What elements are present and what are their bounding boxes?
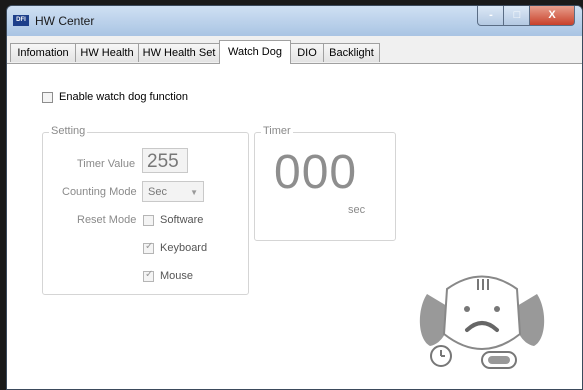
tab-hw-health-set[interactable]: HW Health Set xyxy=(138,43,220,62)
timer-value-input[interactable]: 255 xyxy=(142,148,188,173)
watchdog-mascot-icon xyxy=(419,275,545,369)
checkmark-icon: ✓ xyxy=(145,269,154,280)
software-label: Software xyxy=(160,214,204,226)
title-bar[interactable]: DFI HW Center - □ X xyxy=(7,6,582,36)
app-logo-icon: DFI xyxy=(13,15,29,26)
setting-group-title: Setting xyxy=(49,125,88,137)
watch-dog-panel: Enable watch dog function Setting Timer … xyxy=(7,64,582,389)
app-window: DFI HW Center - □ X Infomation HW Health… xyxy=(6,5,583,390)
counting-mode-label: Counting Mode xyxy=(62,186,137,198)
enable-watchdog-label: Enable watch dog function xyxy=(59,91,189,103)
timer-value-label: Timer Value xyxy=(77,158,136,170)
window-title: HW Center xyxy=(35,14,95,28)
mouse-label: Mouse xyxy=(160,270,194,282)
mouse-checkbox[interactable]: ✓ xyxy=(143,269,154,282)
maximize-button[interactable]: □ xyxy=(503,6,531,26)
close-icon: X xyxy=(548,9,556,21)
maximize-icon: □ xyxy=(513,9,521,21)
software-checkbox[interactable] xyxy=(143,215,154,226)
chevron-down-icon: ▼ xyxy=(190,188,198,197)
timer-countdown-display: 000 xyxy=(274,146,358,199)
tab-dio[interactable]: DIO xyxy=(290,43,324,62)
keyboard-checkbox[interactable]: ✓ xyxy=(143,241,154,254)
counting-mode-select[interactable]: Sec ▼ xyxy=(142,181,204,202)
tab-backlight[interactable]: Backlight xyxy=(323,43,380,62)
tab-infomation[interactable]: Infomation xyxy=(10,43,76,62)
minimize-button[interactable]: - xyxy=(477,6,505,26)
minimize-icon: - xyxy=(489,9,493,21)
tab-watch-dog[interactable]: Watch Dog xyxy=(219,40,291,64)
timer-unit-label: sec xyxy=(348,204,366,216)
timer-group-title: Timer xyxy=(261,125,293,137)
keyboard-label: Keyboard xyxy=(160,242,208,254)
tab-hw-health[interactable]: HW Health xyxy=(75,43,139,62)
close-button[interactable]: X xyxy=(529,6,575,26)
checkmark-icon: ✓ xyxy=(145,241,154,252)
enable-watchdog-checkbox[interactable] xyxy=(42,92,53,103)
tab-bar: Infomation HW Health HW Health Set Watch… xyxy=(7,36,582,64)
reset-mode-label: Reset Mode xyxy=(77,214,137,226)
counting-mode-value: Sec xyxy=(148,186,167,198)
